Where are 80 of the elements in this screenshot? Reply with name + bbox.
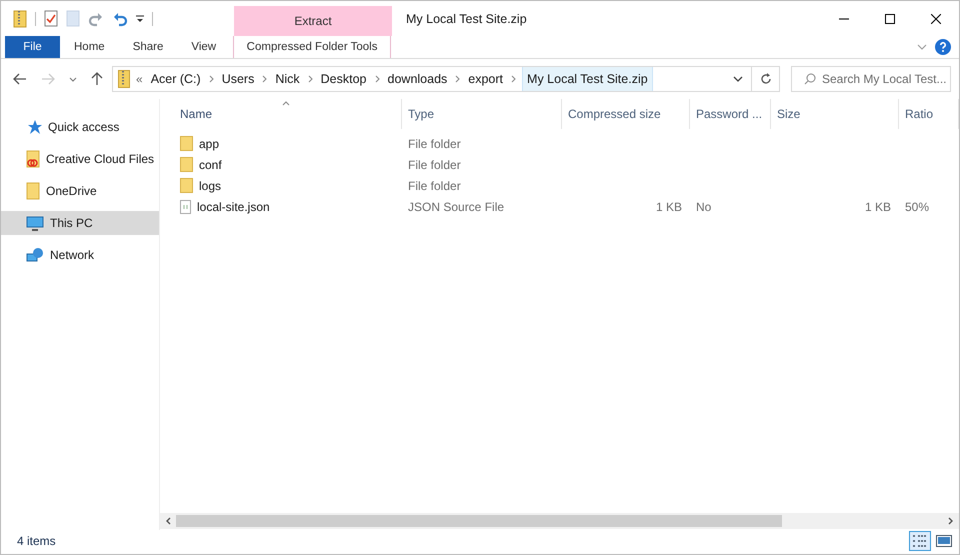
item-count: 4 items — [17, 534, 56, 548]
refresh-icon — [760, 73, 772, 85]
column-header[interactable]: Password ... — [690, 99, 771, 129]
search-field[interactable]: Search My Local Test... — [791, 66, 951, 92]
scroll-left-icon[interactable] — [165, 517, 171, 525]
breadcrumb[interactable]: Users — [220, 67, 256, 91]
star-icon — [26, 119, 42, 135]
redo-icon[interactable] — [88, 10, 104, 26]
column-header[interactable]: Compressed size — [562, 99, 690, 129]
nav-item[interactable]: OneDrive — [1, 179, 159, 203]
properties-icon[interactable] — [44, 10, 58, 27]
column-header[interactable]: Size — [771, 99, 899, 129]
column-header[interactable]: Type — [402, 99, 562, 129]
large-icons-view-icon — [936, 535, 952, 547]
help-icon[interactable] — [935, 39, 951, 55]
file-name[interactable]: local-site.json — [197, 200, 270, 214]
zip-folder-icon — [118, 70, 130, 88]
table-cell: No — [696, 200, 712, 214]
table-cell: 1 KB — [656, 200, 682, 214]
file-name[interactable]: conf — [199, 158, 222, 172]
breadcrumb[interactable]: My Local Test Site.zip — [522, 67, 653, 91]
ribbon-tab[interactable]: View — [177, 36, 230, 58]
folder-icon — [180, 136, 193, 151]
column-header[interactable]: Name — [174, 99, 402, 129]
folder-icon — [26, 182, 40, 200]
chevron-right-icon — [262, 75, 268, 83]
back-arrow-icon[interactable] — [13, 73, 27, 85]
maximize-icon — [885, 14, 895, 24]
table-cell: File folder — [408, 136, 461, 150]
folder-icon — [180, 157, 193, 172]
chevron-right-icon — [455, 75, 460, 83]
network-icon — [26, 247, 44, 263]
search-icon — [804, 73, 816, 85]
window-title: My Local Test Site.zip — [405, 10, 528, 28]
sort-ascending-icon — [282, 101, 290, 106]
breadcrumb[interactable]: Acer (C:) — [148, 67, 203, 91]
chevron-right-icon — [308, 75, 313, 83]
address-dropdown-icon[interactable] — [733, 76, 743, 82]
file-name[interactable]: app — [199, 136, 220, 150]
table-cell: File folder — [408, 178, 461, 192]
folder-icon — [180, 178, 193, 193]
undo-icon[interactable] — [112, 10, 128, 26]
column-header[interactable]: Ratio — [899, 99, 959, 129]
chevron-right-icon — [511, 75, 516, 83]
details-view-button[interactable] — [909, 531, 931, 551]
close-icon — [931, 14, 941, 24]
breadcrumb[interactable]: export — [466, 67, 506, 91]
overflow-mark[interactable]: « — [136, 72, 143, 86]
scroll-right-icon[interactable] — [948, 517, 954, 525]
chevron-right-icon — [208, 75, 214, 83]
breadcrumb[interactable]: downloads — [386, 67, 450, 91]
table-cell: File folder — [408, 158, 461, 172]
customize-dropdown-icon[interactable] — [136, 14, 144, 22]
ribbon-tab[interactable]: Share — [118, 36, 178, 58]
expand-ribbon-icon[interactable] — [917, 44, 927, 50]
nav-item[interactable]: This PC — [1, 211, 159, 235]
breadcrumb[interactable]: Desktop — [318, 67, 369, 91]
file-icon — [180, 200, 191, 214]
contextual-tab[interactable]: Compressed Folder Tools — [233, 36, 392, 58]
breadcrumb[interactable]: Nick — [273, 67, 302, 91]
nav-item[interactable]: Creative Cloud Files — [1, 147, 159, 171]
refresh-button[interactable] — [752, 66, 780, 92]
table-cell: 50% — [905, 200, 930, 214]
folder-icon — [26, 150, 40, 168]
nav-item[interactable]: Network — [1, 243, 159, 267]
nav-item[interactable]: Quick access — [1, 115, 159, 139]
horizontal-scrollbar[interactable] — [160, 513, 959, 529]
table-cell: JSON Source File — [408, 200, 504, 214]
address-bar[interactable]: « Acer (C:) Users Nick Desktop downloads export My Local Test Site.zip — [112, 66, 752, 92]
monitor-icon — [26, 216, 44, 230]
table-cell: 1 KB — [864, 200, 891, 214]
ribbon-tab[interactable]: Home — [60, 36, 119, 58]
file-tab[interactable]: File — [5, 36, 60, 58]
zip-folder-icon — [13, 10, 27, 28]
file-name[interactable]: logs — [199, 178, 222, 192]
chevron-right-icon — [374, 75, 380, 83]
recent-dropdown-icon[interactable] — [69, 76, 77, 82]
details-view-icon — [912, 534, 928, 548]
up-arrow-icon[interactable] — [91, 72, 103, 86]
contextual-tab-header: Extract — [234, 6, 392, 36]
